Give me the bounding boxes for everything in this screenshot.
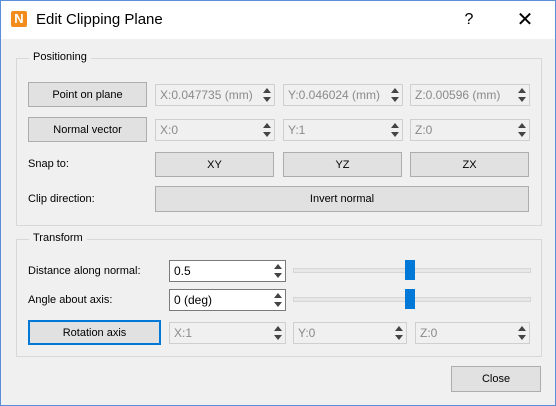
snap-xy-button[interactable]: XY (155, 152, 274, 177)
distance-value: 0.5 (174, 264, 191, 278)
normal-x-spinner-arrows[interactable] (261, 121, 273, 139)
rotation-x-field[interactable]: X:1 (169, 322, 286, 344)
title-bar: N Edit Clipping Plane ? ✕ (1, 1, 555, 39)
down-arrow-icon[interactable] (518, 132, 526, 137)
close-button[interactable]: Close (451, 366, 541, 392)
point-y-spinner-arrows[interactable] (389, 86, 401, 104)
down-arrow-icon[interactable] (518, 335, 526, 340)
down-arrow-icon[interactable] (391, 132, 399, 137)
down-arrow-icon[interactable] (263, 132, 271, 137)
rotation-y-field[interactable]: Y:0 (293, 322, 407, 344)
point-z-value: Z:0.00596 (mm) (415, 88, 501, 102)
distance-label: Distance along normal: (28, 265, 141, 277)
window-title: Edit Clipping Plane (36, 11, 163, 28)
point-x-value: X:0.047735 (mm) (160, 88, 253, 102)
down-arrow-icon[interactable] (391, 97, 399, 102)
up-arrow-icon[interactable] (518, 326, 526, 331)
distance-slider-thumb[interactable] (405, 260, 415, 280)
down-arrow-icon[interactable] (274, 335, 282, 340)
point-on-plane-button[interactable]: Point on plane (28, 82, 147, 107)
point-y-field[interactable]: Y:0.046024 (mm) (283, 84, 403, 106)
rotation-x-spinner-arrows[interactable] (272, 324, 284, 342)
angle-label: Angle about axis: (28, 294, 113, 306)
normal-x-field[interactable]: X:0 (155, 119, 275, 141)
up-arrow-icon[interactable] (274, 264, 282, 269)
normal-z-field[interactable]: Z:0 (410, 119, 530, 141)
normal-x-value: X:0 (160, 123, 179, 137)
up-arrow-icon[interactable] (518, 123, 526, 128)
distance-spinner-arrows[interactable] (272, 262, 284, 280)
normal-y-value: Y:1 (288, 123, 306, 137)
up-arrow-icon[interactable] (518, 88, 526, 93)
rotation-axis-button[interactable]: Rotation axis (28, 320, 161, 345)
close-window-button[interactable]: ✕ (505, 5, 545, 35)
up-arrow-icon[interactable] (263, 88, 271, 93)
up-arrow-icon[interactable] (391, 123, 399, 128)
down-arrow-icon[interactable] (395, 335, 403, 340)
clip-direction-label: Clip direction: (28, 193, 95, 205)
point-z-spinner-arrows[interactable] (516, 86, 528, 104)
help-button[interactable]: ? (449, 5, 489, 35)
distance-field[interactable]: 0.5 (169, 260, 286, 282)
angle-field[interactable]: 0 (deg) (169, 289, 286, 311)
down-arrow-icon[interactable] (274, 302, 282, 307)
rotation-z-spinner-arrows[interactable] (516, 324, 528, 342)
normal-y-spinner-arrows[interactable] (389, 121, 401, 139)
up-arrow-icon[interactable] (274, 326, 282, 331)
normal-z-spinner-arrows[interactable] (516, 121, 528, 139)
down-arrow-icon[interactable] (274, 273, 282, 278)
rotation-y-value: Y:0 (298, 326, 316, 340)
normal-z-value: Z:0 (415, 123, 433, 137)
point-z-field[interactable]: Z:0.00596 (mm) (410, 84, 530, 106)
snap-zx-button[interactable]: ZX (410, 152, 529, 177)
point-y-value: Y:0.046024 (mm) (288, 88, 381, 102)
positioning-group-title: Positioning (29, 51, 91, 63)
app-logo-icon: N (11, 11, 27, 27)
up-arrow-icon[interactable] (395, 326, 403, 331)
up-arrow-icon[interactable] (263, 123, 271, 128)
snap-yz-button[interactable]: YZ (283, 152, 402, 177)
point-x-field[interactable]: X:0.047735 (mm) (155, 84, 275, 106)
snap-to-label: Snap to: (28, 158, 69, 170)
rotation-y-spinner-arrows[interactable] (393, 324, 405, 342)
invert-normal-button[interactable]: Invert normal (155, 186, 529, 212)
normal-vector-button[interactable]: Normal vector (28, 117, 147, 142)
rotation-x-value: X:1 (174, 326, 193, 340)
up-arrow-icon[interactable] (391, 88, 399, 93)
rotation-z-field[interactable]: Z:0 (415, 322, 530, 344)
angle-slider-thumb[interactable] (405, 289, 415, 309)
point-x-spinner-arrows[interactable] (261, 86, 273, 104)
up-arrow-icon[interactable] (274, 293, 282, 298)
transform-group-title: Transform (29, 232, 87, 244)
edit-clipping-plane-dialog: N Edit Clipping Plane ? ✕ Positioning Po… (0, 0, 556, 406)
normal-y-field[interactable]: Y:1 (283, 119, 403, 141)
angle-spinner-arrows[interactable] (272, 291, 284, 309)
down-arrow-icon[interactable] (518, 97, 526, 102)
down-arrow-icon[interactable] (263, 97, 271, 102)
angle-value: 0 (deg) (174, 293, 213, 307)
rotation-z-value: Z:0 (420, 326, 438, 340)
